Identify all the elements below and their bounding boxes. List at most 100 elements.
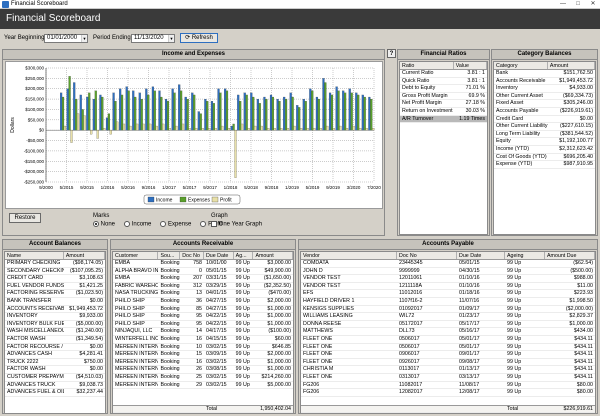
period-ending-field[interactable]: 11/13/2020 ▼ — [131, 34, 175, 43]
column-header[interactable]: Name — [5, 252, 64, 259]
table-row[interactable]: MATTHEWS DLL73 05/16/17 99 Up $434.00 — [301, 328, 595, 336]
table-row[interactable]: Accounts Payable ($226,919.61) — [494, 108, 595, 116]
table-row[interactable]: Long Term Liability ($381,544.52) — [494, 131, 595, 139]
table-row[interactable]: MEREEN INTERNA Booking 10 03/02/15 99 Up $646… — [113, 344, 293, 352]
table-row[interactable]: BANK TRANSFER $0.00 — [5, 298, 105, 306]
table-row[interactable]: Accounts Receivable $1,949,453.72 — [494, 78, 595, 86]
table-row[interactable]: Debt to Equity 71.01 % — [400, 85, 487, 93]
table-row[interactable]: Bank $151,762.50 — [494, 70, 595, 78]
table-row[interactable]: Credit Card $0.00 — [494, 116, 595, 124]
table-row[interactable]: Return on Investment 30.03 % — [400, 108, 487, 116]
table-row[interactable]: PRIMARY CHECKING ($98,174.05) — [5, 260, 105, 268]
table-row[interactable]: FLEET ONE 0906017 09/01/17 99 Up $434.11 — [301, 351, 595, 359]
table-row[interactable]: HAYFIELD DRIVER 1 1107f16-2 11/07/16 99 Up $… — [301, 298, 595, 306]
table-row[interactable]: MEREEN INTERNA Booking 15 03/09/15 99 Up $2,0… — [113, 351, 293, 359]
table-row[interactable]: PHILO SHIP Booking 95 04/22/15 99 Up $1,000.0… — [113, 313, 293, 321]
table-row[interactable]: KENSIGS SUPPLIES 01092017 01/09/17 99 Up ($2… — [301, 306, 595, 314]
column-header[interactable]: Ratio — [400, 62, 454, 69]
column-header[interactable]: Amount — [64, 252, 105, 259]
table-row[interactable]: INVENTORY $9,933.00 — [5, 313, 105, 321]
table-row[interactable]: ADVANCES FUEL & OIL $32,237.44 — [5, 389, 105, 397]
chevron-down-icon[interactable]: ▼ — [168, 35, 174, 42]
table-row[interactable]: Quick Ratio 3.81 : 1 — [400, 78, 487, 86]
table-row[interactable]: Income (YTD) $2,312,623.42 — [494, 146, 595, 154]
column-header[interactable]: Doc No — [180, 252, 204, 259]
table-row[interactable]: FACTOR WASH $0.00 — [5, 366, 105, 374]
marks-radio-expense[interactable]: Expense — [160, 221, 191, 228]
table-row[interactable]: Cost Of Goods (YTD) $696,205.40 — [494, 154, 595, 162]
column-header[interactable]: Amount — [548, 62, 595, 69]
table-row[interactable]: FACTORING RESERVE ($1,023.50) — [5, 290, 105, 298]
table-row[interactable]: ACCOUNTS RECEIVAB $1,949,453.72 — [5, 306, 105, 314]
table-row[interactable]: EMBA Booking 207 03/31/15 99 Up ($1,650.00) — [113, 275, 293, 283]
table-row[interactable]: Gross Profit Margin 69.9 % — [400, 93, 487, 101]
column-header[interactable]: Ageing — [505, 252, 545, 259]
table-row[interactable]: Fixed Asset $305,246.00 — [494, 100, 595, 108]
close-button[interactable]: ✕ — [586, 0, 600, 9]
table-row[interactable]: PHILO SHIP Booking 95 04/22/15 99 Up $1,000.0… — [113, 321, 293, 329]
table-row[interactable]: CREDIT CARD $3,108.63 — [5, 275, 105, 283]
table-row[interactable]: Net Profit Margin 27.18 % — [400, 100, 487, 108]
table-row[interactable]: MEREEN INTERNA Booking 29 03/02/15 99 Up $5,0… — [113, 382, 293, 390]
one-year-graph-checkbox[interactable]: One Year Graph — [211, 221, 262, 228]
table-row[interactable]: Other Current Asset ($69,334.73) — [494, 93, 595, 101]
table-row[interactable]: Inventory $4,933.00 — [494, 85, 595, 93]
table-row[interactable]: FG206 11082017 11/08/17 99 Up $80.00 — [301, 382, 595, 390]
table-row[interactable]: CUSTOMER PREPAYM ($4,510.03) — [5, 374, 105, 382]
table-row[interactable]: Equity $1,192,100.77 — [494, 138, 595, 146]
table-row[interactable]: FABRIC WAREHOU Booking 312 03/29/15 99 Up ($2… — [113, 283, 293, 291]
minimize-button[interactable]: — — [556, 0, 570, 9]
marks-radio-income[interactable]: Income — [124, 221, 151, 228]
table-row[interactable]: FACTOR RECOURSE / I $0.00 — [5, 344, 105, 352]
table-row[interactable]: A/R Turnover 1.19 Times — [400, 115, 487, 124]
column-header[interactable]: Doc No — [397, 252, 457, 259]
column-header[interactable]: Amount Due — [545, 252, 595, 259]
table-row[interactable]: FUEL VENDOR FUNDS $1,421.25 — [5, 283, 105, 291]
table-row[interactable]: WILLIAMS LEASING WIL72 01/23/17 99 Up $2,829… — [301, 313, 595, 321]
table-row[interactable]: EFS 11012016 01/18/16 99 Up $223.93 — [301, 290, 595, 298]
table-row[interactable]: NASA TRUCKING Booking 13 04/01/15 99 Up ($470… — [113, 290, 293, 298]
table-row[interactable]: PHILO SHIP Booking 36 04/27/15 99 Up $2,000.0… — [113, 298, 293, 306]
table-row[interactable]: DONNA REESE 05172017 05/17/17 99 Up $1,000.0… — [301, 321, 595, 329]
table-row[interactable]: INVENTORY BULK FUE ($5,000.00) — [5, 321, 105, 329]
column-header[interactable]: Due Date — [204, 252, 234, 259]
table-row[interactable]: MEREEN INTERNA Booking 16 03/02/15 99 Up $1,0… — [113, 359, 293, 367]
table-row[interactable]: CHRISTIA M 0113017 01/13/17 99 Up $434.11 — [301, 366, 595, 374]
table-row[interactable]: FLEET ONE 0506017 05/01/17 99 Up $434.11 — [301, 336, 595, 344]
table-row[interactable]: NINJAQUI, LLC Booking 14 04/17/15 99 Up ($100… — [113, 328, 293, 336]
table-row[interactable]: Current Ratio 3.81 : 1 — [400, 70, 487, 78]
year-beginning-field[interactable]: 01/01/2000 ▼ — [44, 34, 88, 43]
marks-radio-none[interactable]: None — [93, 221, 115, 228]
table-row[interactable]: ALPHA BRAVO INEEBooking 0 05/01/15 99 Up $49… — [113, 268, 293, 276]
table-row[interactable]: PHILO SHIP Booking 85 04/27/15 99 Up $1,000.0… — [113, 306, 293, 314]
column-header[interactable]: Vendor — [301, 252, 397, 259]
table-row[interactable]: VENDOR TEST 1211118A 01/10/16 99 Up $11.00 — [301, 283, 595, 291]
table-row[interactable]: MEREEN INTERNA Booking 26 03/08/15 99 Up $1,0… — [113, 366, 293, 374]
table-row[interactable]: Other Current Liability ($227,610.15) — [494, 123, 595, 131]
table-row[interactable]: TRUCK 2222 $750.00 — [5, 359, 105, 367]
table-row[interactable]: FLEET ONE 0313017 03/13/17 99 Up $434.11 — [301, 374, 595, 382]
restore-button[interactable]: Restore — [9, 213, 41, 223]
help-button[interactable]: ? — [387, 49, 396, 58]
table-row[interactable]: EMBA Booking 758 10/01/00 99 Up $3,000.00 — [113, 260, 293, 268]
table-row[interactable]: ADVANCES TRUCK $9,038.73 — [5, 382, 105, 390]
chevron-down-icon[interactable]: ▼ — [81, 35, 87, 42]
table-row[interactable]: FLEET ONE 0926017 09/08/17 99 Up $434.11 — [301, 359, 595, 367]
column-header[interactable]: Ag... — [234, 252, 254, 259]
table-row[interactable]: COMDATA 23445345 05/01/15 99 Up ($62.54) — [301, 260, 595, 268]
column-header[interactable]: Customer — [113, 252, 159, 259]
refresh-button[interactable]: ⟳ Refresh — [180, 33, 218, 43]
table-row[interactable]: WASH MISCELLANEOU ($1,240.00) — [5, 328, 105, 336]
table-row[interactable]: ADVANCES CASH $4,281.41 — [5, 351, 105, 359]
column-header[interactable]: Sou... — [158, 252, 181, 259]
column-header[interactable]: Value — [454, 62, 487, 69]
table-row[interactable]: VENDOR TEST 12011061 01/10/16 99 Up $988.00 — [301, 275, 595, 283]
table-row[interactable]: WINTERFELL INCO Booking 16 04/15/15 99 Up $60… — [113, 336, 293, 344]
table-row[interactable]: FLEET ONE 0506017 05/01/17 99 Up $434.11 — [301, 344, 595, 352]
table-row[interactable]: Expense (YTD) $987,910.95 — [494, 161, 595, 169]
table-row[interactable]: SECONDARY CHECKIN ($107,095.25) — [5, 268, 105, 276]
table-row[interactable]: JOHN D 9999999 04/30/15 99 Up ($500.00) — [301, 268, 595, 276]
table-row[interactable]: FACTOR WASH ($1,349.54) — [5, 336, 105, 344]
table-row[interactable]: MEREEN INTERNA Booking 25 03/02/15 99 Up $214… — [113, 374, 293, 382]
column-header[interactable]: Due Date — [457, 252, 505, 259]
